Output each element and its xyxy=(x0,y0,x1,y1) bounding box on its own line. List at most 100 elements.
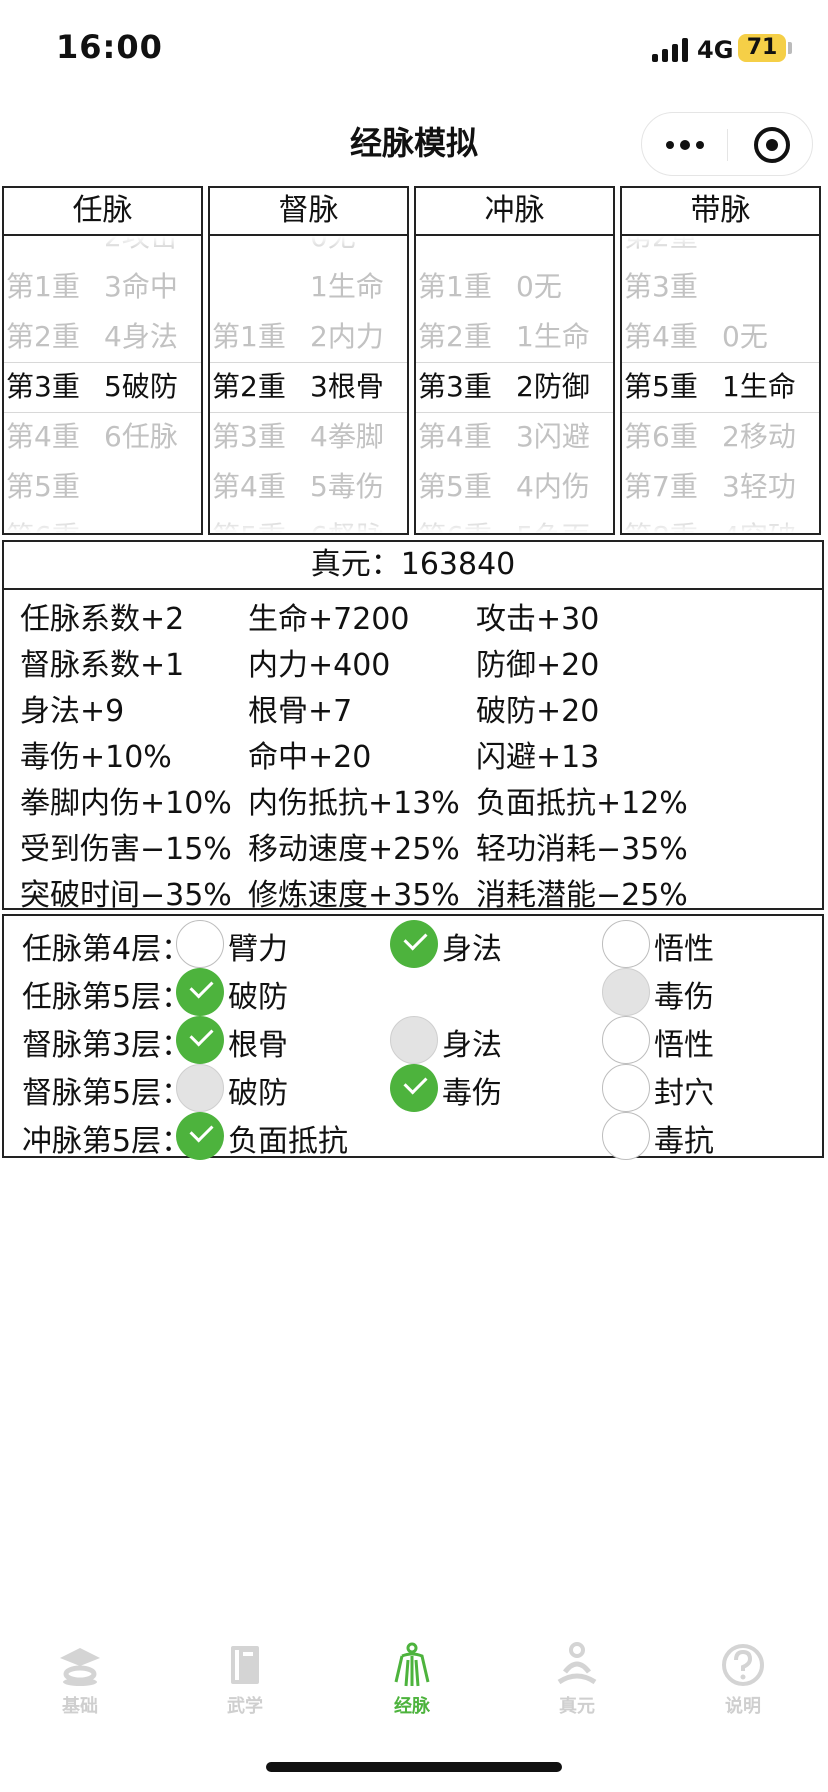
option-label[interactable]: 根骨 xyxy=(228,1020,288,1064)
stats-panel: 真元：163840 任脉系数+2 生命+7200 攻击+30 督脉系数+1 内力+400… xyxy=(2,540,824,913)
picker-row[interactable]: 第4重 6任脉 xyxy=(4,412,201,462)
checkbox-checked-icon[interactable] xyxy=(176,968,224,1016)
close-target-icon[interactable] xyxy=(754,127,790,163)
picker-row[interactable]: 第2重 4身法 xyxy=(4,312,201,362)
stat-item: 身法+9 xyxy=(20,694,125,729)
option-label[interactable]: 身法 xyxy=(442,1020,502,1064)
checkbox-icon[interactable] xyxy=(602,1112,650,1160)
picker-wheel[interactable]: 0无1生命第1重2内力第2重3根骨第3重4拳脚第4重5毒伤第5重6督脉 xyxy=(210,236,407,533)
option-label[interactable]: 悟性 xyxy=(654,1020,714,1064)
tab-basics[interactable]: 基础 xyxy=(20,1620,140,1720)
meridian-picker[interactable]: 带脉第2重第3重第4重0无第5重1生命第6重2移动第7重3轻功第8重4突破 xyxy=(620,186,821,535)
picker-row[interactable]: 1生命 xyxy=(210,262,407,312)
picker-wheel[interactable]: 2攻击第1重3命中第2重4身法第3重5破防第4重6任脉第5重第6重 xyxy=(4,236,201,533)
level-label: 第6重 xyxy=(624,420,698,453)
picker-indicator-line xyxy=(622,412,819,413)
attribute-label: 2移动 xyxy=(722,420,796,453)
stat-item: 受到伤害−15% xyxy=(20,832,232,867)
picker-row[interactable]: 第3重 4拳脚 xyxy=(210,412,407,462)
checkbox-checked-icon[interactable] xyxy=(390,1064,438,1112)
option-label[interactable]: 毒伤 xyxy=(654,972,714,1016)
picker-wheel[interactable]: 第1重0无第2重1生命第3重2防御第4重3闪避第5重4内伤第6重5负面 xyxy=(416,236,613,533)
stat-item: 命中+20 xyxy=(248,740,372,775)
option-label[interactable]: 破防 xyxy=(228,1068,288,1112)
level-label: 第3重 xyxy=(624,270,698,303)
picker-wheel[interactable]: 第2重第3重第4重0无第5重1生命第6重2移动第7重3轻功第8重4突破 xyxy=(622,236,819,533)
option-label[interactable]: 臂力 xyxy=(228,924,288,968)
level-label: 第1重 xyxy=(212,320,286,353)
picker-row[interactable]: 第2重 1生命 xyxy=(416,312,613,362)
picker-row[interactable]: 第7重 3轻功 xyxy=(622,462,819,512)
picker-indicator-line xyxy=(416,362,613,363)
picker-row[interactable]: 第1重 3命中 xyxy=(4,262,201,312)
stat-item: 闪避+13 xyxy=(476,740,600,775)
option-label[interactable]: 悟性 xyxy=(654,924,714,968)
picker-row[interactable]: 第4重 3闪避 xyxy=(416,412,613,462)
picker-fade xyxy=(4,236,201,254)
checkbox-icon[interactable] xyxy=(602,920,650,968)
stat-item: 内伤抵抗+13% xyxy=(248,786,460,821)
tab-meridian[interactable]: 经脉 xyxy=(352,1620,472,1720)
layer-label: 冲脉第5层： xyxy=(22,1124,192,1159)
option-label[interactable]: 封穴 xyxy=(654,1068,714,1112)
attribute-label: 4拳脚 xyxy=(310,420,384,453)
level-label: 第5重 xyxy=(6,470,80,503)
option-label[interactable]: 负面抵抗 xyxy=(228,1116,348,1160)
meridian-picker[interactable]: 冲脉第1重0无第2重1生命第3重2防御第4重3闪避第5重4内伤第6重5负面 xyxy=(414,186,615,535)
attribute-label: 1生命 xyxy=(516,320,590,353)
stat-item: 破防+20 xyxy=(476,694,600,729)
picker-fade xyxy=(622,236,819,254)
level-label: 第2重 xyxy=(418,320,492,353)
picker-selected-row[interactable]: 第5重 1生命 xyxy=(622,362,819,412)
layer-label: 任脉第4层： xyxy=(22,932,192,967)
tab-label: 真元 xyxy=(559,1696,595,1717)
picker-row[interactable]: 第4重 0无 xyxy=(622,312,819,362)
home-indicator xyxy=(266,1762,562,1772)
picker-fade xyxy=(416,515,613,533)
checkbox-checked-icon[interactable] xyxy=(390,920,438,968)
level-label: 第5重 xyxy=(418,470,492,503)
meridian-picker[interactable]: 督脉0无1生命第1重2内力第2重3根骨第3重4拳脚第4重5毒伤第5重6督脉 xyxy=(208,186,409,535)
stat-item: 生命+7200 xyxy=(248,602,410,637)
picker-row[interactable]: 第1重 2内力 xyxy=(210,312,407,362)
picker-row[interactable]: 第1重 0无 xyxy=(416,262,613,312)
picker-selected-row[interactable]: 第3重 2防御 xyxy=(416,362,613,412)
option-label[interactable]: 破防 xyxy=(228,972,288,1016)
more-icon[interactable] xyxy=(666,139,706,151)
stat-item: 根骨+7 xyxy=(248,694,353,729)
option-label[interactable]: 毒伤 xyxy=(442,1068,502,1112)
meditation-icon xyxy=(557,1642,597,1685)
checkbox-disabled-icon xyxy=(176,1064,224,1112)
picker-row[interactable]: 第6重 2移动 xyxy=(622,412,819,462)
attribute-label: 1生命 xyxy=(310,270,384,303)
option-label[interactable]: 身法 xyxy=(442,924,502,968)
attribute-label: 5毒伤 xyxy=(310,470,384,503)
attribute-label: 0无 xyxy=(516,270,562,303)
picker-row[interactable]: 第5重 4内伤 xyxy=(416,462,613,512)
option-label[interactable]: 毒抗 xyxy=(654,1116,714,1160)
level-label: 第7重 xyxy=(624,470,698,503)
picker-row[interactable]: 第4重 5毒伤 xyxy=(210,462,407,512)
picker-selected-row[interactable]: 第3重 5破防 xyxy=(4,362,201,412)
checkbox-icon[interactable] xyxy=(602,1016,650,1064)
tab-martial-arts[interactable]: 武学 xyxy=(185,1620,305,1720)
stat-item: 修炼速度+35% xyxy=(248,878,460,913)
checkbox-checked-icon[interactable] xyxy=(176,1016,224,1064)
picker-selected-row[interactable]: 第2重 3根骨 xyxy=(210,362,407,412)
attribute-label: 1生命 xyxy=(722,370,796,403)
meridian-picker[interactable]: 任脉2攻击第1重3命中第2重4身法第3重5破防第4重6任脉第5重第6重 xyxy=(2,186,203,535)
stat-item: 轻功消耗−35% xyxy=(476,832,688,867)
layer-label: 督脉第3层： xyxy=(22,1028,192,1063)
picker-fade xyxy=(416,236,613,254)
checkbox-checked-icon[interactable] xyxy=(176,1112,224,1160)
picker-fade xyxy=(210,515,407,533)
checkbox-icon[interactable] xyxy=(602,1064,650,1112)
checkbox-icon[interactable] xyxy=(176,920,224,968)
picker-row[interactable]: 第3重 xyxy=(622,262,819,312)
stat-item: 突破时间−35% xyxy=(20,878,232,913)
tab-zhenyuan[interactable]: 真元 xyxy=(517,1620,637,1720)
picker-row[interactable]: 第5重 xyxy=(4,462,201,512)
tab-help[interactable]: 说明 xyxy=(683,1620,803,1720)
level-label: 第4重 xyxy=(624,320,698,353)
battery-icon: 71 xyxy=(738,34,786,62)
